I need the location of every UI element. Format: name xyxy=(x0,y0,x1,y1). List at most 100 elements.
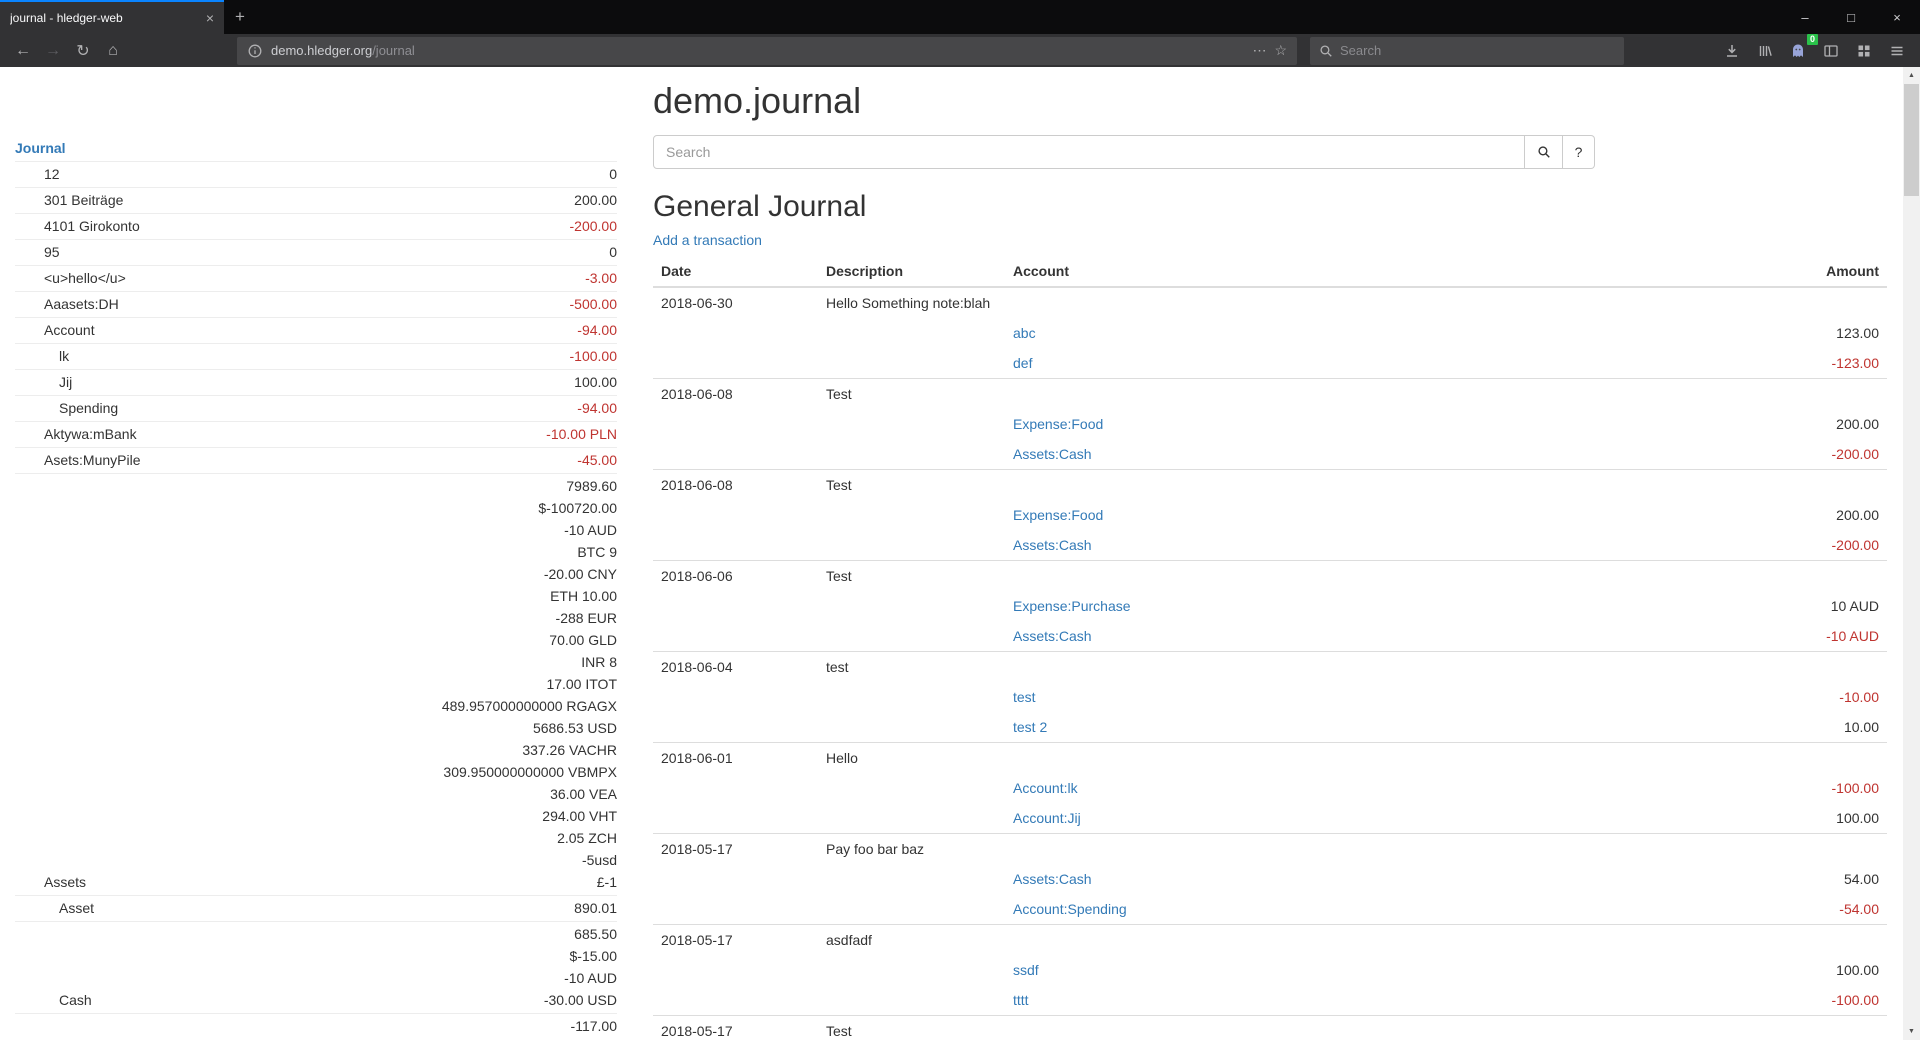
transaction-row[interactable]: 2018-05-17asdfadf xyxy=(653,925,1887,956)
posting-row: Expense:Food200.00 xyxy=(653,409,1887,439)
sidebar-amount: ETH 10.00 xyxy=(266,585,617,607)
posting-amount: 100.00 xyxy=(1587,955,1887,985)
posting-account-link[interactable]: Account:lk xyxy=(1013,780,1078,796)
back-icon[interactable]: ← xyxy=(8,37,38,65)
sidebar-amount: -10 AUD xyxy=(266,967,617,989)
sidebar-account-name[interactable]: Aktywa:mBank xyxy=(15,422,266,448)
sidebar-amount: 5686.53 USD xyxy=(266,717,617,739)
sidebar-account-name[interactable]: Cash xyxy=(15,922,266,1014)
posting-row: Expense:Purchase10 AUD xyxy=(653,591,1887,621)
posting-account-link[interactable]: Assets:Cash xyxy=(1013,446,1092,462)
posting-account-link[interactable]: Expense:Food xyxy=(1013,507,1103,523)
search-help-button[interactable]: ? xyxy=(1563,135,1595,169)
url-bar[interactable]: demo.hledger.org/journal ⋯ ☆ xyxy=(237,37,1297,65)
posting-row: test 2 10.00 xyxy=(653,712,1887,743)
transaction-row[interactable]: 2018-06-08Test xyxy=(653,470,1887,501)
posting-account-link[interactable]: tttt xyxy=(1013,992,1029,1008)
page-actions-icon[interactable]: ⋯ xyxy=(1252,42,1266,59)
transaction-row[interactable]: 2018-06-06Test xyxy=(653,561,1887,592)
sidebar-account-balance: 100.00 xyxy=(266,370,617,396)
window-minimize-button[interactable]: – xyxy=(1782,0,1828,34)
sidebar-journal-link[interactable]: Journal xyxy=(15,136,617,162)
posting-account-link[interactable]: Account:Jij xyxy=(1013,810,1081,826)
tx-description: test xyxy=(818,652,1005,683)
browser-search-bar[interactable]: Search xyxy=(1310,37,1624,65)
posting-account-link[interactable]: Expense:Food xyxy=(1013,416,1103,432)
sidebar-account-balance: 0 xyxy=(266,162,617,188)
grid-apps-icon[interactable] xyxy=(1849,37,1879,65)
sidebar-account-name[interactable]: Jij xyxy=(15,370,266,396)
sidebar-account-name[interactable]: 12 xyxy=(15,162,266,188)
transaction-row[interactable]: 2018-06-04test xyxy=(653,652,1887,683)
transaction-row[interactable]: 2018-06-30Hello Something note:blah xyxy=(653,287,1887,318)
sidebar-account-balance: -94.00 xyxy=(266,396,617,422)
page-scrollbar[interactable]: ▲ ▼ xyxy=(1903,67,1920,1040)
window-close-button[interactable]: × xyxy=(1874,0,1920,34)
bookmark-star-icon[interactable]: ☆ xyxy=(1274,42,1287,59)
add-transaction-link[interactable]: Add a transaction xyxy=(653,232,762,248)
browser-tab[interactable]: journal - hledger-web × xyxy=(0,0,224,34)
posting-account-link[interactable]: abc xyxy=(1013,325,1036,341)
forward-icon[interactable]: → xyxy=(38,37,68,65)
sidebar-amount: -45.00 xyxy=(266,449,617,471)
library-icon[interactable] xyxy=(1750,37,1780,65)
sidebar-account-name[interactable]: 4101 Girokonto xyxy=(15,214,266,240)
sidebar-amount: 294.00 VHT xyxy=(266,805,617,827)
search-icon xyxy=(1319,44,1333,58)
posting-account-link[interactable]: test 2 xyxy=(1013,719,1047,735)
posting-amount: -100.00 xyxy=(1587,985,1887,1016)
transaction-row[interactable]: 2018-06-01Hello xyxy=(653,743,1887,774)
sidebar-account-row: Asets:MunyPile-45.00 xyxy=(15,448,617,474)
posting-account-link[interactable]: test xyxy=(1013,689,1036,705)
posting-amount: -54.00 xyxy=(1587,894,1887,925)
sidebar-toggle-icon[interactable] xyxy=(1816,37,1846,65)
transaction-row[interactable]: 2018-06-08Test xyxy=(653,379,1887,410)
posting-account-link[interactable]: Assets:Cash xyxy=(1013,628,1092,644)
posting-account-link[interactable]: Assets:Cash xyxy=(1013,871,1092,887)
sidebar-account-name[interactable]: Account xyxy=(15,318,266,344)
reload-icon[interactable]: ↻ xyxy=(68,37,98,65)
posting-amount: -200.00 xyxy=(1587,530,1887,561)
ghostery-extension-icon[interactable]: 0 xyxy=(1783,37,1813,65)
tx-date: 2018-06-08 xyxy=(653,379,818,410)
sidebar-account-balance: 0 xyxy=(266,240,617,266)
sidebar-account-balance: -500.00 xyxy=(266,292,617,318)
sidebar-account-balance: -200.00 xyxy=(266,214,617,240)
sidebar: Journal 120301 Beiträge200.004101 Giroko… xyxy=(15,136,617,1039)
posting-row: abc123.00 xyxy=(653,318,1887,348)
site-info-icon[interactable] xyxy=(247,43,263,59)
sidebar-account-name[interactable]: <u>hello</u> xyxy=(15,266,266,292)
sidebar-account-name[interactable]: Assets xyxy=(15,474,266,896)
posting-account-link[interactable]: def xyxy=(1013,355,1032,371)
scroll-up-icon[interactable]: ▲ xyxy=(1903,67,1920,84)
scroll-down-icon[interactable]: ▼ xyxy=(1903,1023,1920,1040)
sidebar-amount: -5usd xyxy=(266,849,617,871)
transaction-row[interactable]: 2018-05-17Pay foo bar baz xyxy=(653,834,1887,865)
menu-hamburger-icon[interactable] xyxy=(1882,37,1912,65)
posting-account-link[interactable]: Assets:Cash xyxy=(1013,537,1092,553)
scrollbar-thumb[interactable] xyxy=(1904,84,1919,196)
transaction-row[interactable]: 2018-05-17Test xyxy=(653,1016,1887,1040)
downloads-icon[interactable] xyxy=(1717,37,1747,65)
sidebar-account-name[interactable]: lk xyxy=(15,344,266,370)
sidebar-account-name[interactable]: Asset xyxy=(15,896,266,922)
posting-account-link[interactable]: ssdf xyxy=(1013,962,1039,978)
sidebar-account-balance: 7989.60$-100720.00-10 AUDBTC 9-20.00 CNY… xyxy=(266,474,617,896)
journal-search-input[interactable] xyxy=(653,135,1525,169)
posting-amount: 10.00 xyxy=(1587,712,1887,743)
journal-search-button[interactable] xyxy=(1525,135,1563,169)
tx-date: 2018-05-17 xyxy=(653,834,818,865)
home-icon[interactable]: ⌂ xyxy=(98,37,128,65)
sidebar-account-name[interactable]: Asets:MunyPile xyxy=(15,448,266,474)
sidebar-account-name[interactable]: Spending xyxy=(15,396,266,422)
tab-close-icon[interactable]: × xyxy=(202,10,218,26)
window-maximize-button[interactable]: □ xyxy=(1828,0,1874,34)
tx-description: Hello xyxy=(818,743,1005,774)
posting-row: test-10.00 xyxy=(653,682,1887,712)
sidebar-account-name[interactable]: 301 Beiträge xyxy=(15,188,266,214)
sidebar-account-name[interactable]: Aaasets:DH xyxy=(15,292,266,318)
new-tab-button[interactable]: + xyxy=(224,0,256,34)
sidebar-account-name[interactable]: 95 xyxy=(15,240,266,266)
posting-account-link[interactable]: Account:Spending xyxy=(1013,901,1127,917)
posting-account-link[interactable]: Expense:Purchase xyxy=(1013,598,1131,614)
